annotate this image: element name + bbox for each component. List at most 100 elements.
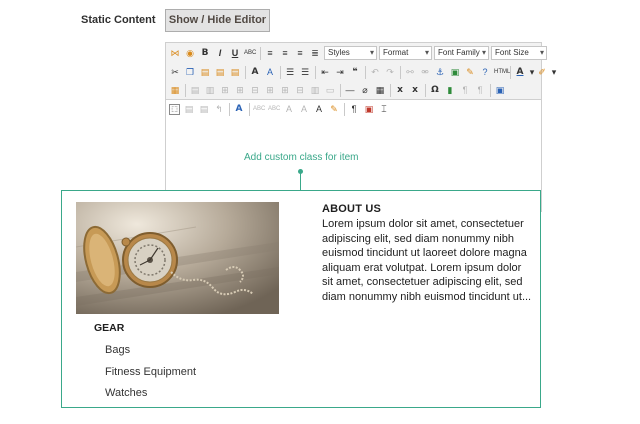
align-right-icon[interactable]: ≡ bbox=[294, 47, 306, 59]
attribs-icon[interactable]: ✎ bbox=[328, 103, 340, 115]
help-icon[interactable]: ? bbox=[479, 66, 491, 78]
image-icon[interactable]: ▣ bbox=[449, 66, 461, 78]
chevron-down-icon[interactable]: ▾ bbox=[551, 66, 557, 78]
replace-icon[interactable]: A bbox=[264, 66, 276, 78]
gear-link-list: Bags Fitness Equipment Watches bbox=[105, 343, 196, 408]
editor-toolbar: ⋈ ◉ B I U ABC ≡ ≡ ≡ ≣ Styles Format Font… bbox=[166, 43, 556, 100]
rtl-icon[interactable]: ¶ bbox=[474, 84, 486, 96]
row-after-icon[interactable]: ⊞ bbox=[234, 84, 246, 96]
align-center-icon[interactable]: ≡ bbox=[279, 47, 291, 59]
toolbar-divider bbox=[280, 65, 281, 79]
special-char-icon[interactable]: Ω bbox=[429, 84, 441, 96]
move-forward-icon[interactable]: ▤ bbox=[183, 103, 195, 115]
indent-icon[interactable]: ⇥ bbox=[334, 66, 346, 78]
gear-heading: GEAR bbox=[94, 322, 125, 334]
text-color-icon[interactable]: A bbox=[514, 66, 526, 78]
paste-word-icon[interactable]: ▤ bbox=[229, 66, 241, 78]
delete-row-icon[interactable]: ⊟ bbox=[249, 84, 261, 96]
anchor-icon[interactable]: ⚓ bbox=[434, 66, 446, 78]
styles-select[interactable]: Styles bbox=[324, 46, 377, 60]
align-justify-icon[interactable]: ≣ bbox=[309, 47, 321, 59]
bullet-list-icon[interactable]: ☰ bbox=[284, 66, 296, 78]
font-size-select[interactable]: Font Size bbox=[491, 46, 547, 60]
toolbar-divider bbox=[260, 46, 261, 60]
strikethrough-icon[interactable]: ABC bbox=[244, 47, 256, 59]
format-select[interactable]: Format bbox=[379, 46, 432, 60]
numbered-list-icon[interactable]: ☰ bbox=[299, 66, 311, 78]
widget-icon[interactable]: ⋈ bbox=[169, 47, 181, 59]
gear-link-bags[interactable]: Bags bbox=[105, 343, 196, 365]
link-icon[interactable]: ⚯ bbox=[404, 66, 416, 78]
gear-link-fitness-equipment[interactable]: Fitness Equipment bbox=[105, 365, 196, 387]
remove-format-icon[interactable]: ⌀ bbox=[359, 84, 371, 96]
redo-icon[interactable]: ↷ bbox=[384, 66, 396, 78]
editor-toolbar-row: ⬚ ▤ ▤ ↰ A ABC ABC A A A ✎ ¶ ▣ ⌶ bbox=[169, 101, 393, 117]
highlight-color-icon[interactable]: ✐ bbox=[536, 66, 548, 78]
font-family-select[interactable]: Font Family bbox=[434, 46, 489, 60]
add-custom-class-hint[interactable]: Add custom class for item bbox=[244, 152, 358, 163]
find-icon[interactable]: A bbox=[249, 66, 261, 78]
superscript-icon[interactable]: x bbox=[409, 84, 421, 96]
paste-text-icon[interactable]: ▤ bbox=[214, 66, 226, 78]
table-icon[interactable]: ▦ bbox=[169, 84, 181, 96]
show-blocks-icon[interactable]: ¶ bbox=[348, 103, 360, 115]
toolbar-divider bbox=[390, 83, 391, 97]
show-hide-editor-button[interactable]: Show / Hide Editor bbox=[165, 9, 270, 32]
html-source-icon[interactable]: HTML bbox=[494, 66, 510, 78]
insert-layer-icon[interactable]: ⬚ bbox=[169, 103, 180, 115]
image-insert-icon[interactable]: ◉ bbox=[184, 47, 196, 59]
underline-icon[interactable]: U bbox=[229, 47, 241, 59]
wysiwyg-editor: ⋈ ◉ B I U ABC ≡ ≡ ≡ ≣ Styles Format Font… bbox=[165, 42, 556, 212]
move-backward-icon[interactable]: ▤ bbox=[198, 103, 210, 115]
ltr-icon[interactable]: ¶ bbox=[459, 84, 471, 96]
align-left-icon[interactable]: ≡ bbox=[264, 47, 276, 59]
horizontal-rule-icon[interactable]: — bbox=[344, 84, 356, 96]
visual-aid-icon[interactable]: ▦ bbox=[374, 84, 386, 96]
page-break-icon[interactable]: ⌶ bbox=[378, 103, 390, 115]
split-cells-icon[interactable]: ▥ bbox=[309, 84, 321, 96]
col-after-icon[interactable]: ⊞ bbox=[279, 84, 291, 96]
toolbar-divider bbox=[510, 65, 511, 79]
col-before-icon[interactable]: ⊞ bbox=[264, 84, 276, 96]
row-before-icon[interactable]: ⊞ bbox=[219, 84, 231, 96]
toolbar-divider bbox=[400, 65, 401, 79]
cell-props-icon[interactable]: ▥ bbox=[204, 84, 216, 96]
row-props-icon[interactable]: ▤ bbox=[189, 84, 201, 96]
toolbar-divider bbox=[315, 65, 316, 79]
toolbar-divider bbox=[490, 83, 491, 97]
paste-icon[interactable]: ▤ bbox=[199, 66, 211, 78]
fullscreen-icon[interactable]: ▣ bbox=[494, 84, 506, 96]
toolbar-divider bbox=[425, 83, 426, 97]
nonbreaking-icon[interactable]: ▣ bbox=[363, 103, 375, 115]
chevron-down-icon[interactable]: ▾ bbox=[529, 66, 535, 78]
cut-icon[interactable]: ✂ bbox=[169, 66, 181, 78]
styleprops-icon[interactable]: A bbox=[233, 103, 245, 115]
copy-icon[interactable]: ❐ bbox=[184, 66, 196, 78]
toolbar-divider bbox=[340, 83, 341, 97]
media-icon[interactable]: ▮ bbox=[444, 84, 456, 96]
blockquote-icon[interactable]: ❝ bbox=[349, 66, 361, 78]
subscript-icon[interactable]: x bbox=[394, 84, 406, 96]
pocket-watch-image bbox=[76, 202, 279, 314]
merge-cells-icon[interactable]: ▭ bbox=[324, 84, 336, 96]
gear-link-watches[interactable]: Watches bbox=[105, 386, 196, 408]
cite-icon[interactable]: ABC bbox=[253, 103, 265, 115]
cleanup-icon[interactable]: ✎ bbox=[464, 66, 476, 78]
field-label: Static Content bbox=[81, 14, 156, 26]
undo-icon[interactable]: ↶ bbox=[369, 66, 381, 78]
toolbar-divider bbox=[249, 102, 250, 116]
ins-icon[interactable]: A bbox=[313, 103, 325, 115]
del-icon[interactable]: A bbox=[298, 103, 310, 115]
absolute-icon[interactable]: ↰ bbox=[213, 103, 225, 115]
toolbar-divider bbox=[185, 83, 186, 97]
abbr-icon[interactable]: ABC bbox=[268, 103, 280, 115]
about-us-heading: ABOUT US bbox=[322, 203, 382, 215]
toolbar-divider bbox=[229, 102, 230, 116]
outdent-icon[interactable]: ⇤ bbox=[319, 66, 331, 78]
bold-icon[interactable]: B bbox=[199, 47, 211, 59]
delete-col-icon[interactable]: ⊟ bbox=[294, 84, 306, 96]
toolbar-divider bbox=[344, 102, 345, 116]
acronym-icon[interactable]: A bbox=[283, 103, 295, 115]
unlink-icon[interactable]: ⚮ bbox=[419, 66, 431, 78]
italic-icon[interactable]: I bbox=[214, 47, 226, 59]
